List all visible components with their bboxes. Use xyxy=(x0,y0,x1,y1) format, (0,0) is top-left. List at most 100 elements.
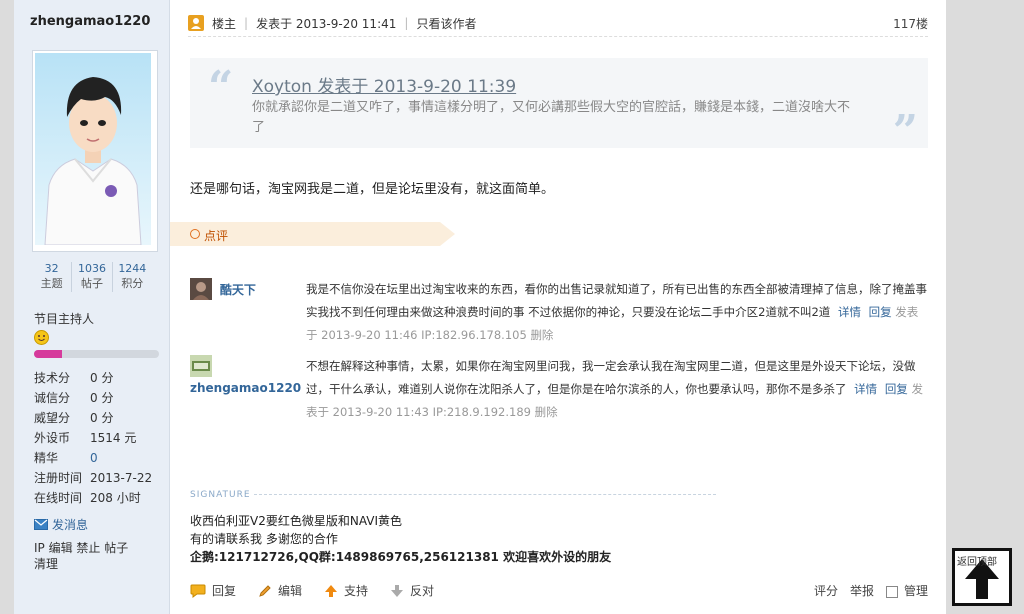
support-label: 支持 xyxy=(344,584,369,598)
send-message-link[interactable]: 发消息 xyxy=(34,516,88,533)
post-time: 发表于 2013-9-20 11:41 xyxy=(256,16,397,31)
envelope-icon xyxy=(34,519,48,530)
edit-label: 编辑 xyxy=(278,584,303,598)
comment-detail-link[interactable]: 详情 xyxy=(854,382,877,396)
manage-label: 管理 xyxy=(903,584,928,598)
info-value: 0 分 xyxy=(90,411,114,425)
comment-author-name[interactable]: 酷天下 xyxy=(220,283,256,297)
signature: 收西伯利亚V2要红色微星版和NAVI黄色 有的请联系我 多谢您的合作 企鹅:12… xyxy=(190,512,611,566)
info-value: 0 分 xyxy=(90,391,114,405)
info-key: 在线时间 xyxy=(34,491,83,505)
author-info: 技术分 0 分 诚信分 0 分 威望分 0 分 外设币 1514 元 精华 0 注册时间 2… xyxy=(34,368,164,508)
back-to-top-button[interactable]: 返回顶部 xyxy=(952,548,1012,606)
info-row: 注册时间 2013-7-22 xyxy=(34,468,164,488)
reply-button[interactable]: 回复 xyxy=(190,582,236,599)
signature-divider xyxy=(254,494,716,495)
info-row: 外设币 1514 元 xyxy=(34,428,164,448)
stat-label: 主题 xyxy=(40,277,63,290)
info-key: 威望分 xyxy=(34,411,71,425)
post-header: 楼主 | 发表于 2013-9-20 11:41 | 只看该作者 117楼 xyxy=(188,10,928,37)
info-key: 精华 xyxy=(34,451,59,465)
quote-title[interactable]: Xoyton 发表于 2013-9-20 11:39 xyxy=(252,72,516,97)
signature-line: 有的请联系我 多谢您的合作 xyxy=(190,532,338,546)
post-content: 楼主 | 发表于 2013-9-20 11:41 | 只看该作者 117楼 “ … xyxy=(170,0,946,614)
circle-icon xyxy=(190,229,200,239)
stat-value: 32 xyxy=(44,262,59,275)
comment-delete-link[interactable]: 删除 xyxy=(535,405,558,419)
owner-label: 楼主 xyxy=(212,16,237,31)
level-progress-bar xyxy=(34,350,159,358)
info-value: 1514 元 xyxy=(90,431,137,445)
quote-text: 你就承認你是二道又咋了，事情這樣分明了，又何必講那些假大空的官腔話，賺錢是本錢，… xyxy=(252,100,851,135)
manage-control[interactable]: 管理 xyxy=(885,582,928,599)
stat-label: 积分 xyxy=(121,277,144,290)
user-role: 节目主持人 xyxy=(34,312,95,326)
author-sidebar: zhengamao1220 32 主题 1036 帖子 1244 积分 节目主持… xyxy=(14,0,170,614)
arrow-down-icon xyxy=(391,584,404,597)
reply-label: 回复 xyxy=(212,584,237,598)
info-value: 2013-7-22 xyxy=(90,471,153,485)
admin-links[interactable]: IP 编辑 禁止 帖子 清理 xyxy=(34,540,164,572)
comment-text: 不想在解释这种事情，太累，如果你在淘宝网里问我，我一定会承认我在淘宝网里二道，但… xyxy=(306,355,928,424)
send-message-label: 发消息 xyxy=(52,518,89,532)
info-key: 技术分 xyxy=(34,371,71,385)
stat-label: 帖子 xyxy=(80,277,103,290)
report-link[interactable]: 举报 xyxy=(850,582,874,599)
info-value[interactable]: 0 xyxy=(90,448,98,468)
post-actions-right: 评分 举报 管理 xyxy=(814,582,928,599)
edit-button[interactable]: 编辑 xyxy=(258,582,302,599)
info-key: 注册时间 xyxy=(34,471,83,485)
pencil-icon xyxy=(259,584,271,597)
comment-detail-link[interactable]: 详情 xyxy=(838,305,861,319)
comment-reply-link[interactable]: 回复 xyxy=(885,382,908,396)
info-row: 在线时间 208 小时 xyxy=(34,488,164,508)
oppose-button[interactable]: 反对 xyxy=(390,582,434,599)
divider: | xyxy=(404,16,409,30)
comment-delete-link[interactable]: 删除 xyxy=(530,328,553,342)
info-value: 0 分 xyxy=(90,371,114,385)
close-quote-icon: ” xyxy=(892,106,918,157)
stat-posts[interactable]: 1036 帖子 xyxy=(72,262,113,292)
info-key: 诚信分 xyxy=(34,391,71,405)
stat-value: 1036 xyxy=(77,262,106,275)
post-body: 还是哪句话，淘宝网我是二道，但是论坛里没有，就这面简单。 xyxy=(190,182,555,197)
comment-reply-link[interactable]: 回复 xyxy=(869,305,892,319)
user-avatar-icon xyxy=(190,355,212,377)
post-actions: 回复 编辑 支持 反对 xyxy=(190,582,456,599)
signature-line: 收西伯利亚V2要红色微星版和NAVI黄色 xyxy=(190,514,403,528)
signature-label: SIGNATURE xyxy=(190,490,251,500)
open-quote-icon: “ xyxy=(208,62,234,113)
stat-value: 1244 xyxy=(118,262,147,275)
stat-topics[interactable]: 32 主题 xyxy=(32,262,73,292)
divider: | xyxy=(244,16,249,30)
quote-block: “ Xoyton 发表于 2013-9-20 11:39 你就承認你是二道又咋了… xyxy=(190,58,928,157)
oppose-label: 反对 xyxy=(410,584,435,598)
author-stats: 32 主题 1036 帖子 1244 积分 xyxy=(32,262,152,292)
info-row: 诚信分 0 分 xyxy=(34,388,164,408)
speech-bubble-icon xyxy=(190,584,206,598)
admin-links-line[interactable]: 清理 xyxy=(34,556,164,572)
floor-number[interactable]: 117楼 xyxy=(893,15,928,32)
only-author-link[interactable]: 只看该作者 xyxy=(416,15,476,32)
support-button[interactable]: 支持 xyxy=(324,582,368,599)
admin-links-line[interactable]: IP 编辑 禁止 帖子 xyxy=(34,540,164,556)
back-to-top-label: 返回顶部 xyxy=(957,557,997,568)
arrow-up-icon xyxy=(325,584,338,597)
info-row: 技术分 0 分 xyxy=(34,368,164,388)
comment-body: 我是不信你没在坛里出过淘宝收来的东西，看你的出售记录就知道了，所有已出售的东西全… xyxy=(306,282,927,319)
manage-checkbox[interactable] xyxy=(885,585,898,598)
rate-link[interactable]: 评分 xyxy=(814,582,838,599)
comment-text: 我是不信你没在坛里出过淘宝收来的东西，看你的出售记录就知道了，所有已出售的东西全… xyxy=(306,278,928,347)
user-avatar-icon xyxy=(190,278,212,300)
stat-points[interactable]: 1244 积分 xyxy=(113,262,152,292)
avatar[interactable] xyxy=(32,50,158,252)
comments-tab: 点评 xyxy=(170,222,455,246)
author-username[interactable]: zhengamao1220 xyxy=(30,14,150,29)
comment-author-name[interactable]: zhengamao1220 xyxy=(190,381,301,395)
level-progress-fill xyxy=(34,350,62,358)
smiley-icon xyxy=(34,330,49,345)
info-key: 外设币 xyxy=(34,431,71,445)
comment-author[interactable]: zhengamao1220 xyxy=(190,355,301,395)
comment-author[interactable]: 酷天下 xyxy=(190,278,300,300)
comments-tab-label: 点评 xyxy=(204,229,229,243)
